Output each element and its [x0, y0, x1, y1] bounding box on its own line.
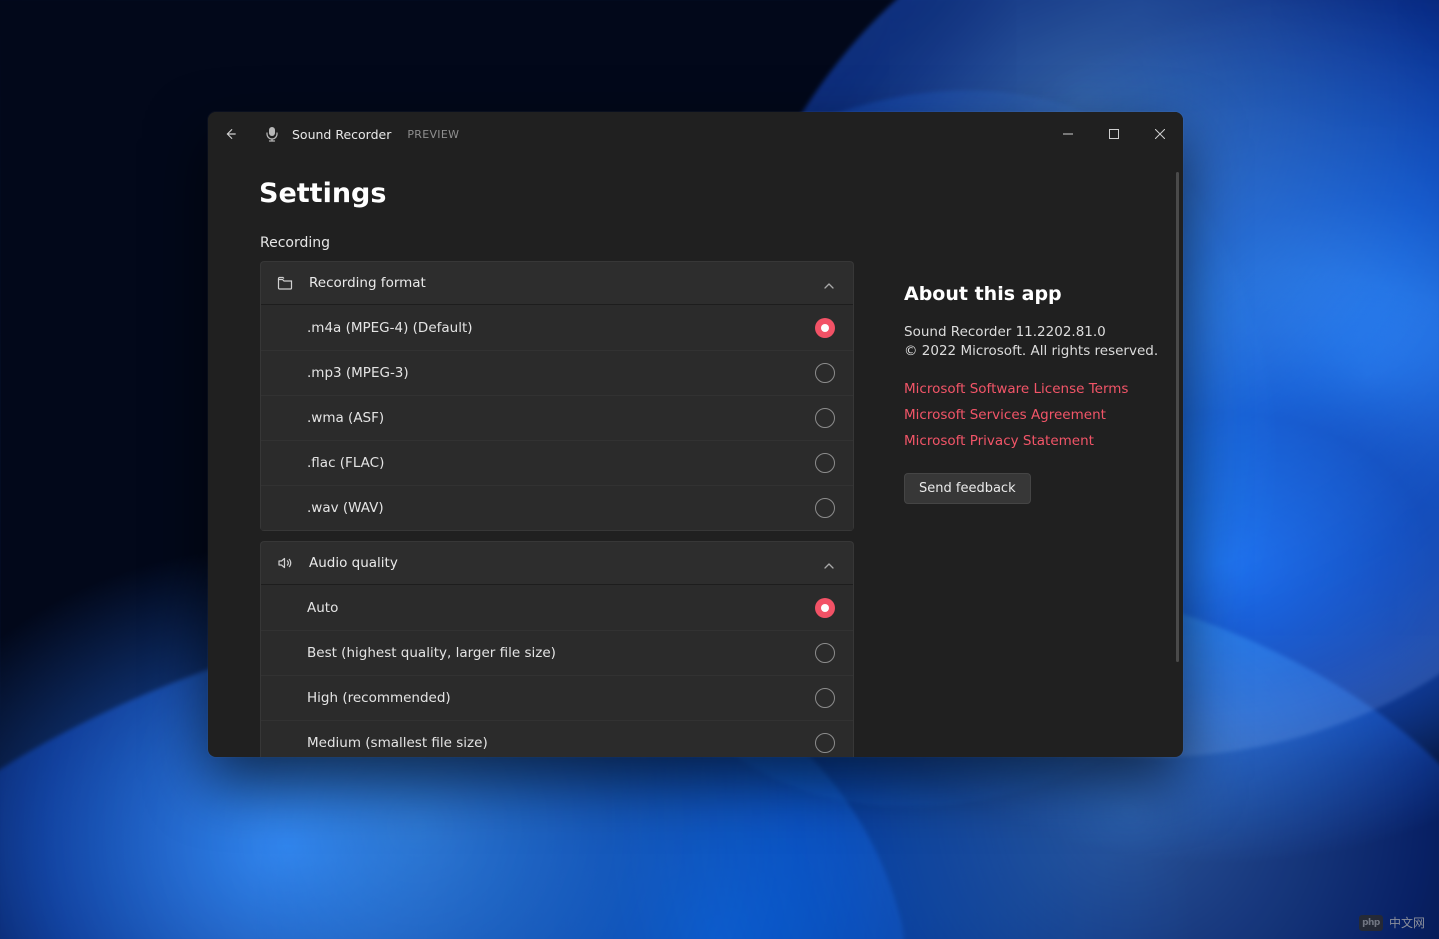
radio-button[interactable] — [815, 318, 835, 338]
recording-format-option-label: .wav (WAV) — [307, 500, 815, 516]
radio-button[interactable] — [815, 598, 835, 618]
radio-button[interactable] — [815, 408, 835, 428]
recording-format-title: Recording format — [309, 275, 807, 291]
folder-icon — [277, 275, 293, 291]
close-button[interactable] — [1137, 112, 1183, 156]
recording-format-option-label: .wma (ASF) — [307, 410, 815, 426]
page-title: Settings — [259, 178, 1175, 209]
radio-button[interactable] — [815, 363, 835, 383]
watermark-logo: php — [1359, 915, 1383, 931]
audio-quality-option[interactable]: Medium (smallest file size) — [261, 720, 853, 757]
recording-format-option[interactable]: .wav (WAV) — [261, 485, 853, 530]
send-feedback-button[interactable]: Send feedback — [904, 473, 1031, 504]
maximize-button[interactable] — [1091, 112, 1137, 156]
radio-button[interactable] — [815, 453, 835, 473]
audio-quality-option-label: Auto — [307, 600, 815, 616]
recording-format-option[interactable]: .m4a (MPEG-4) (Default) — [261, 305, 853, 350]
radio-button[interactable] — [815, 498, 835, 518]
audio-quality-option-label: Medium (smallest file size) — [307, 735, 815, 751]
chevron-up-icon — [823, 557, 835, 569]
settings-scroll[interactable]: Settings Recording Re — [208, 156, 1183, 757]
recording-format-option-label: .m4a (MPEG-4) (Default) — [307, 320, 815, 336]
about-copyright: © 2022 Microsoft. All rights reserved. — [904, 342, 1164, 361]
audio-quality-option-label: High (recommended) — [307, 690, 815, 706]
scrollbar[interactable] — [1176, 172, 1179, 662]
about-link[interactable]: Microsoft Privacy Statement — [904, 433, 1164, 449]
app-title: Sound Recorder — [292, 127, 391, 142]
recording-format-expander: Recording format .m4a (MPEG-4) (Default)… — [260, 261, 854, 531]
about-title: About this app — [904, 283, 1164, 305]
about-link[interactable]: Microsoft Software License Terms — [904, 381, 1164, 397]
audio-quality-expander: Audio quality Auto Best (highest quality,… — [260, 541, 854, 757]
radio-button[interactable] — [815, 733, 835, 753]
app-icon — [264, 126, 280, 142]
audio-quality-option[interactable]: Best (highest quality, larger file size) — [261, 630, 853, 675]
recording-format-option[interactable]: .mp3 (MPEG-3) — [261, 350, 853, 395]
recording-format-option[interactable]: .wma (ASF) — [261, 395, 853, 440]
audio-quality-option[interactable]: High (recommended) — [261, 675, 853, 720]
radio-button[interactable] — [815, 688, 835, 708]
watermark-text: 中文网 — [1389, 914, 1425, 931]
about-version: Sound Recorder 11.2202.81.0 — [904, 323, 1164, 342]
recording-format-option[interactable]: .flac (FLAC) — [261, 440, 853, 485]
section-recording-label: Recording — [260, 235, 854, 251]
audio-quality-option-label: Best (highest quality, larger file size) — [307, 645, 815, 661]
app-window: Sound Recorder PREVIEW Settings Recordin… — [208, 112, 1183, 757]
audio-quality-header[interactable]: Audio quality — [261, 542, 853, 584]
recording-format-header[interactable]: Recording format — [261, 262, 853, 304]
preview-badge: PREVIEW — [407, 128, 459, 141]
about-link[interactable]: Microsoft Services Agreement — [904, 407, 1164, 423]
minimize-button[interactable] — [1045, 112, 1091, 156]
recording-format-option-label: .mp3 (MPEG-3) — [307, 365, 815, 381]
audio-quality-option[interactable]: Auto — [261, 585, 853, 630]
audio-quality-title: Audio quality — [309, 555, 807, 571]
site-watermark: php 中文网 — [1359, 914, 1425, 931]
speaker-icon — [277, 555, 293, 571]
back-button[interactable] — [216, 120, 244, 148]
titlebar: Sound Recorder PREVIEW — [208, 112, 1183, 156]
recording-format-option-label: .flac (FLAC) — [307, 455, 815, 471]
chevron-up-icon — [823, 277, 835, 289]
radio-button[interactable] — [815, 643, 835, 663]
